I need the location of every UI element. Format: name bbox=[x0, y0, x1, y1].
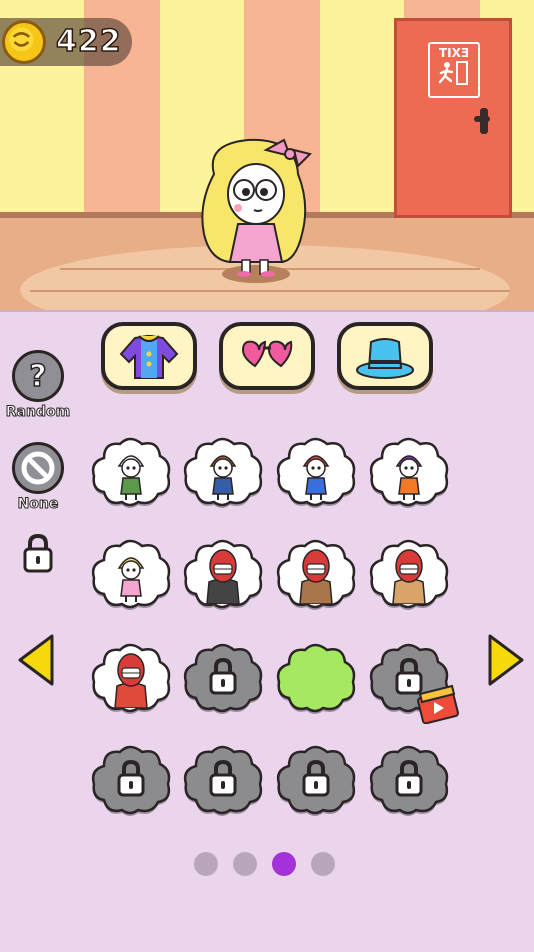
player-character[interactable] bbox=[186, 134, 326, 294]
question-mark-icon: ? bbox=[29, 358, 48, 395]
coin-icon bbox=[2, 20, 46, 64]
heart-glasses-icon bbox=[241, 340, 293, 368]
next-page-arrow-icon[interactable] bbox=[486, 632, 526, 688]
suit-monster-icon bbox=[114, 653, 148, 708]
wardrobe-panel bbox=[0, 310, 534, 952]
cowboy-character-icon bbox=[209, 455, 237, 500]
lock-icon bbox=[209, 759, 237, 797]
tab-clothes[interactable] bbox=[101, 322, 197, 390]
outfit-slot-suit-monster[interactable] bbox=[90, 640, 172, 716]
coin-amount: 422 bbox=[55, 23, 122, 60]
lock-icon bbox=[117, 759, 145, 797]
page-dot-4[interactable] bbox=[311, 852, 335, 876]
harley-character-icon bbox=[302, 455, 330, 500]
scarf-monster-icon bbox=[299, 549, 333, 604]
door-handle-icon bbox=[474, 108, 490, 134]
outfit-slot-locked-1[interactable] bbox=[182, 640, 264, 716]
exit-sign: EXIT bbox=[428, 42, 480, 98]
outfit-slot-mime-monster[interactable] bbox=[182, 536, 264, 612]
previous-page-arrow-icon[interactable] bbox=[16, 632, 56, 688]
lock-icon bbox=[395, 759, 423, 797]
chef-character-icon bbox=[117, 455, 145, 500]
lock-icon bbox=[23, 533, 53, 573]
lock-icon bbox=[209, 657, 237, 695]
outfit-slot-jester-girl[interactable] bbox=[275, 434, 357, 510]
tab-glasses[interactable] bbox=[219, 322, 315, 390]
outfit-slot-scarf-monster[interactable] bbox=[275, 536, 357, 612]
outfit-slot-selected-empty[interactable] bbox=[275, 640, 357, 716]
running-man-icon bbox=[438, 61, 468, 85]
page-dot-3[interactable] bbox=[272, 852, 296, 876]
outfit-slot-locked-4[interactable] bbox=[275, 742, 357, 818]
svg-text:?: ? bbox=[29, 359, 46, 394]
no-entry-icon bbox=[21, 451, 55, 485]
outfit-slot-locked-3[interactable] bbox=[182, 742, 264, 818]
outfit-slot-coat-monster[interactable] bbox=[368, 536, 450, 612]
none-button[interactable] bbox=[12, 442, 64, 494]
outfit-slot-chef[interactable] bbox=[90, 434, 172, 510]
page-dot-2[interactable] bbox=[233, 852, 257, 876]
random-button[interactable]: ? bbox=[12, 350, 64, 402]
watch-video-icon[interactable] bbox=[416, 684, 460, 724]
none-label: None bbox=[17, 496, 59, 513]
witch-character-icon bbox=[395, 455, 423, 500]
cloud-slot-shape bbox=[276, 643, 356, 714]
blonde-girl-icon bbox=[117, 557, 145, 602]
shirt-icon bbox=[119, 335, 179, 379]
outfit-slot-blonde-girl[interactable] bbox=[90, 536, 172, 612]
coat-monster-icon bbox=[392, 549, 426, 604]
top-hat-icon bbox=[356, 338, 414, 379]
room-scene: EXIT 422 bbox=[0, 0, 534, 310]
tab-hats[interactable] bbox=[337, 322, 433, 390]
wall-stripe bbox=[320, 0, 404, 220]
outfit-slot-locked-2[interactable] bbox=[90, 742, 172, 818]
outfit-slot-locked-5[interactable] bbox=[368, 742, 450, 818]
striped-monster-icon bbox=[206, 549, 240, 604]
lock-icon bbox=[302, 759, 330, 797]
outfit-slot-witch[interactable] bbox=[368, 434, 450, 510]
exit-sign-text: EXIT bbox=[438, 46, 470, 60]
outfit-slot-cowboy[interactable] bbox=[182, 434, 264, 510]
random-label: Random bbox=[5, 404, 71, 421]
page-dot-1[interactable] bbox=[194, 852, 218, 876]
